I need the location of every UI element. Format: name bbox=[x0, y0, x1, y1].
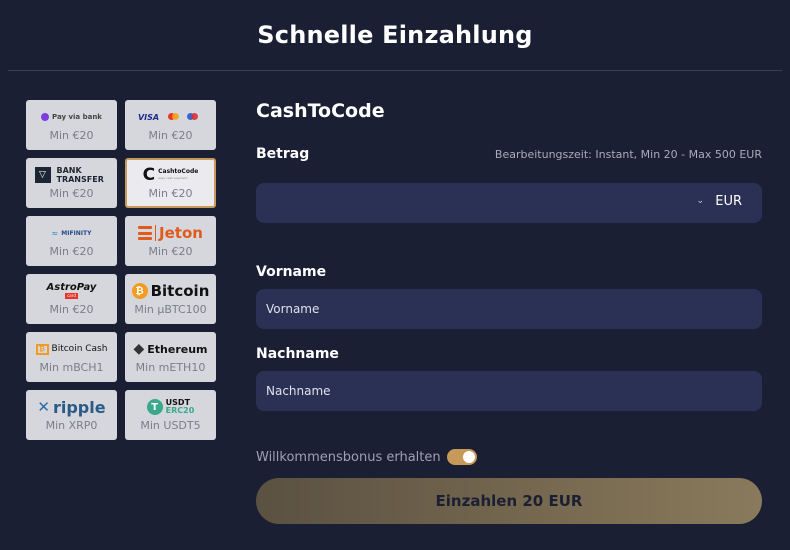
method-card-astropay[interactable]: AstroPay card Min €20 bbox=[26, 274, 117, 324]
currency-value: EUR bbox=[715, 194, 742, 209]
mifinity-logo: ≈ MIFINITY bbox=[51, 228, 92, 238]
astropay-logo: AstroPay card bbox=[46, 282, 97, 299]
method-min: Min €20 bbox=[148, 245, 193, 258]
method-card-cashtocode[interactable]: C CashtoCode easy cash payment Min €20 bbox=[125, 158, 216, 208]
method-card-mifinity[interactable]: ≈ MIFINITY Min €20 bbox=[26, 216, 117, 266]
amount-currency-select[interactable]: ⌄ EUR bbox=[256, 183, 762, 223]
method-card-banktransfer[interactable]: ▽ BANK TRANSFER Min €20 bbox=[26, 158, 117, 208]
method-title: CashToCode bbox=[256, 100, 385, 122]
deposit-button[interactable]: Einzahlen 20 EUR bbox=[256, 478, 762, 524]
method-card-ripple[interactable]: ✕ ripple Min XRP0 bbox=[26, 390, 117, 440]
method-min: Min €20 bbox=[148, 187, 193, 200]
bitcoin-logo: ₿ Bitcoin bbox=[131, 282, 209, 300]
bonus-toggle[interactable] bbox=[446, 449, 477, 465]
method-card-cards[interactable]: VISA Min €20 bbox=[125, 100, 216, 150]
header-divider bbox=[8, 70, 782, 71]
banktransfer-logo: ▽ BANK TRANSFER bbox=[34, 166, 109, 184]
firstname-input[interactable] bbox=[256, 289, 762, 329]
visa-logo: VISA bbox=[137, 112, 160, 122]
bitcoincash-logo: ₿ Bitcoin Cash bbox=[35, 340, 107, 358]
chevron-down-icon: ⌄ bbox=[696, 196, 704, 206]
ripple-logo: ✕ ripple bbox=[37, 397, 106, 417]
method-min: Min €20 bbox=[49, 245, 94, 258]
method-min: Min XRP0 bbox=[45, 419, 98, 432]
payviabank-logo: Pay via bank bbox=[41, 108, 102, 126]
cards-logo: VISA bbox=[138, 108, 203, 126]
bonus-row: Willkommensbonus erhalten bbox=[256, 449, 477, 465]
method-min: Min €20 bbox=[49, 303, 94, 316]
bitcoincash-icon: ₿ bbox=[35, 343, 49, 355]
bitcoin-icon: ₿ bbox=[131, 283, 148, 299]
method-min: Min €20 bbox=[49, 187, 94, 200]
lastname-input[interactable] bbox=[256, 371, 762, 411]
cashtocode-icon: C bbox=[142, 165, 156, 185]
method-min: Min USDT5 bbox=[140, 419, 201, 432]
method-min: Min µBTC100 bbox=[134, 303, 207, 316]
usdt-logo: T USDT ERC20 bbox=[146, 398, 194, 416]
tether-icon: T bbox=[146, 399, 163, 415]
ethereum-logo: ◆ Ethereum bbox=[133, 341, 208, 357]
method-card-bitcoin[interactable]: ₿ Bitcoin Min µBTC100 bbox=[125, 274, 216, 324]
method-min: Min €20 bbox=[49, 129, 94, 142]
payment-methods: Pay via bank Min €20 VISA Min €20 ▽ BANK… bbox=[26, 100, 216, 440]
maestro-icon bbox=[187, 113, 199, 121]
amount-label: Betrag bbox=[256, 146, 310, 162]
ripple-icon: ✕ bbox=[37, 398, 50, 416]
method-card-usdt[interactable]: T USDT ERC20 Min USDT5 bbox=[125, 390, 216, 440]
method-card-bitcoincash[interactable]: ₿ Bitcoin Cash Min mBCH1 bbox=[26, 332, 117, 382]
mastercard-icon bbox=[168, 113, 180, 121]
ethereum-icon: ◆ bbox=[133, 341, 145, 357]
method-min: Min mETH10 bbox=[135, 361, 206, 374]
cashtocode-logo: C CashtoCode easy cash payment bbox=[142, 165, 199, 185]
method-min: Min €20 bbox=[148, 129, 193, 142]
bonus-label: Willkommensbonus erhalten bbox=[256, 449, 441, 465]
method-card-jeton[interactable]: Jeton Min €20 bbox=[125, 216, 216, 266]
processing-info: Bearbeitungszeit: Instant, Min 20 - Max … bbox=[494, 148, 762, 161]
method-min: Min mBCH1 bbox=[39, 361, 104, 374]
lastname-label: Nachname bbox=[256, 346, 339, 362]
mifinity-icon: ≈ bbox=[51, 228, 59, 238]
header: Schnelle Einzahlung bbox=[0, 0, 790, 70]
deposit-form: CashToCode Betrag Bearbeitungszeit: Inst… bbox=[256, 100, 762, 524]
method-card-ethereum[interactable]: ◆ Ethereum Min mETH10 bbox=[125, 332, 216, 382]
page-title: Schnelle Einzahlung bbox=[257, 21, 533, 49]
method-card-payviabank[interactable]: Pay via bank Min €20 bbox=[26, 100, 117, 150]
toggle-knob bbox=[462, 451, 475, 463]
amount-row: Betrag Bearbeitungszeit: Instant, Min 20… bbox=[256, 146, 762, 162]
firstname-label: Vorname bbox=[256, 264, 327, 280]
payviabank-icon bbox=[41, 113, 50, 121]
jeton-icon bbox=[138, 226, 153, 240]
bank-icon: ▽ bbox=[34, 167, 51, 183]
jeton-logo: Jeton bbox=[138, 224, 203, 242]
